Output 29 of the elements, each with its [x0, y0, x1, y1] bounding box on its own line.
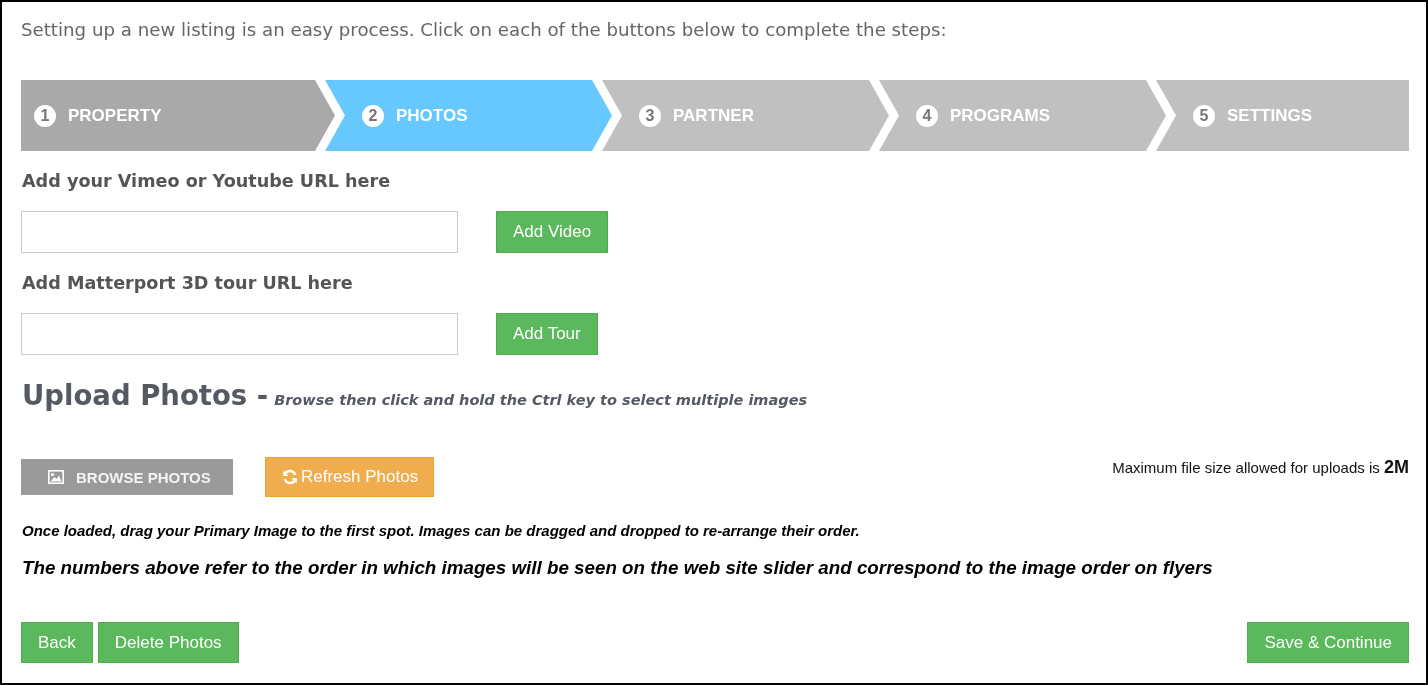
section-title: Upload Photos - [22, 378, 269, 413]
step-tab[interactable]: 4 PROGRAMS [879, 80, 1166, 151]
add-button[interactable]: Add Tour [496, 313, 598, 355]
footer-button[interactable]: Back [21, 622, 93, 663]
refresh-icon [282, 469, 298, 485]
section-hint: Browse then click and hold the Ctrl key to select multiple images [274, 392, 808, 408]
order-note: The numbers above refer to the order in which images will be seen on the web site slider and correspond to the image order on flyers [22, 556, 1214, 580]
step-number: 5 [1193, 104, 1215, 127]
step-tab[interactable]: 3 PARTNER [602, 80, 889, 151]
step-number: 2 [362, 104, 384, 127]
step-number: 3 [639, 104, 661, 127]
add-button[interactable]: Add Video [496, 211, 609, 253]
browse-photos-button[interactable]: BROWSE PHOTOS [21, 459, 233, 495]
step-tab[interactable]: 5 SETTINGS [1156, 80, 1409, 151]
url-input[interactable] [21, 313, 458, 355]
url-input[interactable] [21, 211, 458, 253]
step-number: 4 [916, 104, 938, 127]
step-tab[interactable]: 1 PROPERTY [21, 80, 335, 151]
step-number: 1 [34, 104, 56, 127]
step-tab[interactable]: 2 PHOTOS [325, 80, 612, 151]
field-label: Add your Vimeo or Youtube URL here [22, 170, 392, 193]
field-label: Add Matterport 3D tour URL here [22, 272, 354, 295]
intro-text: Setting up a new listing is an easy process. Click on each of the buttons below to complete the steps: [21, 19, 948, 41]
max-size-note: Maximum file size allowed for uploads is 2M [1112, 457, 1409, 478]
drag-note: Once loaded, drag your Primary Image to the first spot. Images can be dragged and dropped to re-arrange their order. [22, 522, 861, 540]
footer-button[interactable]: Delete Photos [97, 622, 239, 663]
save-continue-button[interactable]: Save & Continue [1247, 622, 1409, 663]
image-icon [48, 470, 64, 484]
refresh-photos-button[interactable]: Refresh Photos [265, 457, 435, 497]
